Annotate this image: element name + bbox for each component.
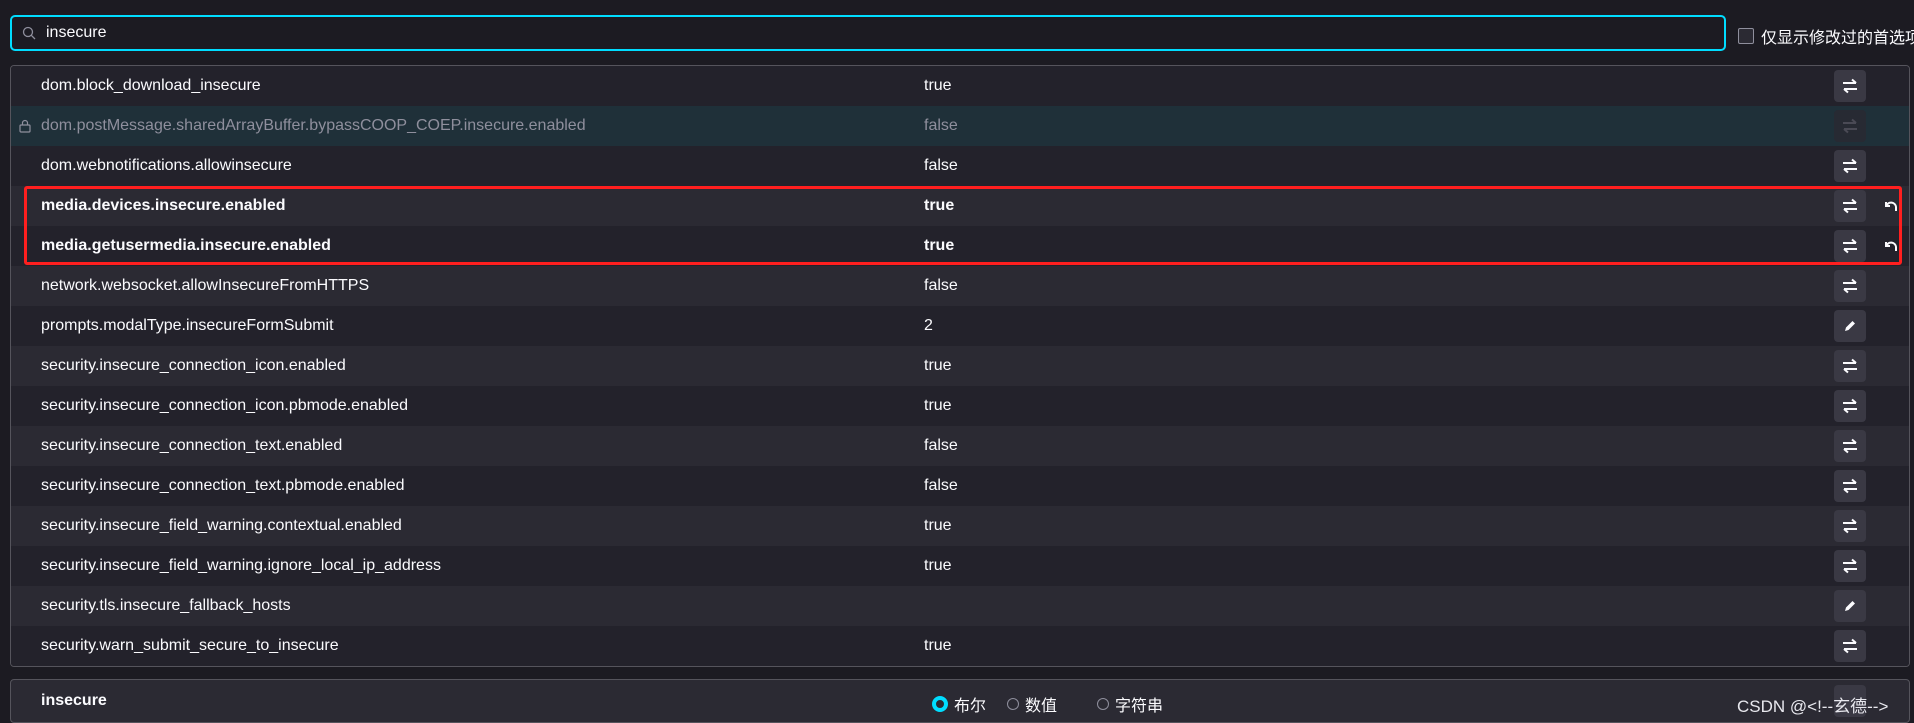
toggle-button[interactable] (1834, 430, 1866, 462)
toggle-button[interactable] (1834, 270, 1866, 302)
toggle-button[interactable] (1834, 70, 1866, 102)
search-input[interactable] (44, 23, 1648, 43)
toggle-icon (1841, 558, 1859, 574)
toggle-button[interactable] (1834, 350, 1866, 382)
toggle-icon (1841, 278, 1859, 294)
toggle-button (1834, 110, 1866, 142)
pref-name: security.insecure_connection_icon.pbmode… (41, 397, 409, 414)
search-icon (22, 26, 36, 40)
reset-button[interactable] (1881, 236, 1901, 256)
show-modified-only-checkbox[interactable]: 仅显示修改过的首选项 (1738, 24, 1914, 48)
toggle-button[interactable] (1834, 150, 1866, 182)
pref-row[interactable]: security.tls.insecure_fallback_hosts (11, 586, 1909, 626)
toggle-icon (1841, 358, 1859, 374)
toggle-icon (1841, 78, 1859, 94)
toggle-icon (1841, 118, 1859, 134)
watermark: CSDN @<!--玄德--> (1737, 697, 1889, 716)
pref-name: security.insecure_connection_text.pbmode… (41, 477, 405, 494)
pref-row[interactable]: dom.postMessage.sharedArrayBuffer.bypass… (11, 106, 1909, 146)
pencil-icon (1843, 319, 1857, 333)
pref-name: network.websocket.allowInsecureFromHTTPS (41, 277, 370, 294)
pref-name: dom.webnotifications.allowinsecure (41, 157, 292, 174)
lock-icon (19, 119, 31, 138)
toggle-button[interactable] (1834, 470, 1866, 502)
pref-row[interactable]: security.insecure_connection_icon.enable… (11, 346, 1909, 386)
pref-value: true (924, 637, 952, 654)
radio[interactable] (1007, 698, 1019, 710)
pref-name: security.warn_submit_secure_to_insecure (41, 637, 339, 654)
pref-name: dom.postMessage.sharedArrayBuffer.bypass… (41, 117, 586, 134)
pref-name: security.tls.insecure_fallback_hosts (41, 597, 291, 614)
type-radio-string[interactable]: 字符串 (1097, 692, 1163, 716)
pref-value: false (924, 157, 958, 174)
checkbox[interactable] (1738, 28, 1754, 44)
pref-name: dom.block_download_insecure (41, 77, 261, 94)
pref-value: true (924, 77, 952, 94)
edit-button[interactable] (1834, 590, 1866, 622)
search-field[interactable] (10, 15, 1726, 51)
pref-value: true (924, 357, 952, 374)
pref-name: security.insecure_field_warning.contextu… (41, 517, 402, 534)
pref-value: true (924, 197, 955, 214)
pref-value: false (924, 437, 958, 454)
toggle-button[interactable] (1834, 230, 1866, 262)
toggle-button[interactable] (1834, 550, 1866, 582)
pref-name: security.insecure_connection_text.enable… (41, 437, 343, 454)
pref-value: true (924, 517, 952, 534)
pref-row[interactable]: security.insecure_field_warning.ignore_l… (11, 546, 1909, 586)
toggle-icon (1841, 438, 1859, 454)
pref-row[interactable]: prompts.modalType.insecureFormSubmit 2 (11, 306, 1909, 346)
pref-name: media.getusermedia.insecure.enabled (41, 237, 331, 254)
pref-row[interactable]: security.insecure_connection_icon.pbmode… (11, 386, 1909, 426)
toggle-icon (1841, 518, 1859, 534)
pref-value: true (924, 237, 955, 254)
pref-value: true (924, 557, 952, 574)
toggle-button[interactable] (1834, 630, 1866, 662)
radio-selected[interactable] (932, 696, 948, 712)
pref-row[interactable]: media.getusermedia.insecure.enabled true (11, 226, 1909, 266)
radio-label: 数值 (1025, 698, 1058, 715)
new-pref-name: insecure (41, 692, 107, 709)
toggle-icon (1841, 198, 1859, 214)
pref-row[interactable]: security.insecure_connection_text.enable… (11, 426, 1909, 466)
pref-value: false (924, 277, 958, 294)
pref-row[interactable]: security.insecure_field_warning.contextu… (11, 506, 1909, 546)
pref-row[interactable]: dom.block_download_insecure true (11, 66, 1909, 106)
pref-row[interactable]: dom.webnotifications.allowinsecure false (11, 146, 1909, 186)
undo-icon (1883, 239, 1899, 253)
pref-value: 2 (924, 317, 933, 334)
toggle-button[interactable] (1834, 390, 1866, 422)
reset-button[interactable] (1881, 196, 1901, 216)
pref-row[interactable]: security.warn_submit_secure_to_insecure t… (11, 626, 1909, 666)
preferences-table: dom.block_download_insecure true dom.postM… (10, 65, 1910, 667)
toggle-icon (1841, 398, 1859, 414)
pencil-icon (1843, 599, 1857, 613)
toggle-button[interactable] (1834, 510, 1866, 542)
type-radio-number[interactable]: 数值 (1007, 692, 1057, 716)
undo-icon (1883, 199, 1899, 213)
radio-label: 字符串 (1115, 698, 1164, 715)
pref-row[interactable]: security.insecure_connection_text.pbmode… (11, 466, 1909, 506)
show-modified-only-label: 仅显示修改过的首选项 (1761, 30, 1914, 47)
pref-row[interactable]: media.devices.insecure.enabled true (11, 186, 1909, 226)
toggle-button[interactable] (1834, 190, 1866, 222)
pref-name: prompts.modalType.insecureFormSubmit (41, 317, 334, 334)
type-radio-boolean[interactable]: 布尔 (932, 692, 986, 716)
pref-value: false (924, 117, 958, 134)
pref-name: media.devices.insecure.enabled (41, 197, 286, 214)
pref-value: false (924, 477, 958, 494)
toggle-icon (1841, 638, 1859, 654)
edit-button[interactable] (1834, 310, 1866, 342)
pref-value: true (924, 397, 952, 414)
toggle-icon (1841, 478, 1859, 494)
pref-name: security.insecure_field_warning.ignore_l… (41, 557, 441, 574)
radio[interactable] (1097, 698, 1109, 710)
toggle-icon (1841, 158, 1859, 174)
radio-label: 布尔 (954, 698, 987, 715)
pref-row[interactable]: network.websocket.allowInsecureFromHTTPS… (11, 266, 1909, 306)
pref-name: security.insecure_connection_icon.enable… (41, 357, 346, 374)
toggle-icon (1841, 238, 1859, 254)
add-preference-row: insecure 布尔 数值 字符串 (10, 679, 1910, 723)
